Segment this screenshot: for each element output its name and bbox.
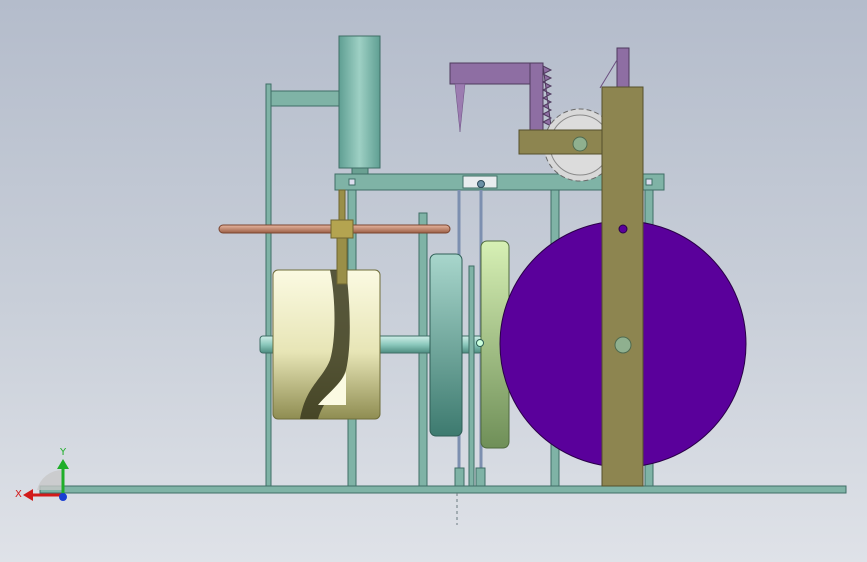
y-axis-arrow-icon: [57, 459, 69, 469]
left-post[interactable]: [265, 83, 272, 487]
gear-axle: [572, 136, 588, 152]
base-plate[interactable]: [39, 485, 847, 494]
triad-plane: [37, 469, 63, 490]
x-axis-arrow-icon: [23, 489, 33, 501]
rack-arm[interactable]: [449, 62, 533, 85]
x-axis-label: X: [15, 489, 22, 500]
column-pivot: [614, 336, 632, 354]
center-rod[interactable]: [468, 265, 475, 487]
coordinate-triad: [23, 459, 69, 501]
z-axis-dot-icon: [59, 493, 67, 501]
rack-spike: [454, 83, 466, 133]
rack-teeth: [541, 65, 553, 127]
vertical-cylinder[interactable]: [338, 35, 381, 169]
olive-column[interactable]: [601, 86, 644, 487]
top-right-thin-line: [599, 59, 618, 89]
y-axis-label: Y: [59, 447, 67, 458]
crossbar-slot-right: [645, 178, 653, 186]
shaft-end-pin: [476, 339, 484, 347]
rack-bar[interactable]: [529, 62, 544, 132]
top-right-rod[interactable]: [616, 47, 630, 89]
center-bearing-pin: [477, 180, 485, 188]
cylinder-arm[interactable]: [270, 90, 343, 107]
barrel-cam[interactable]: [272, 269, 381, 420]
foot-block-2: [475, 467, 486, 487]
follower-block[interactable]: [330, 219, 354, 239]
cad-viewport[interactable]: Y X: [0, 0, 867, 562]
crossbar-slot-left: [348, 178, 356, 186]
foot-block-1: [454, 467, 465, 487]
teal-disc[interactable]: [429, 253, 463, 437]
cylinder-foot: [351, 167, 369, 175]
column-pin-top: [618, 224, 628, 234]
follower-upper-stem: [338, 189, 346, 221]
follower-stem: [336, 237, 348, 285]
